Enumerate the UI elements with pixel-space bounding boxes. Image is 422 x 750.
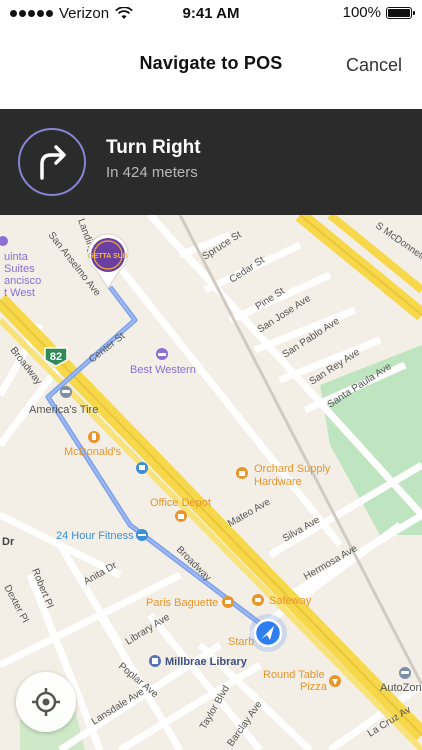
turn-distance: In 424 meters <box>106 164 198 181</box>
poi-label: Paris Baguette <box>146 597 218 609</box>
poi-label: Best Western <box>130 364 196 376</box>
crosshair-locate-icon <box>32 688 60 716</box>
destination-badge-label: GETTA SUB <box>88 253 128 260</box>
poi-label: Round Table <box>263 669 325 681</box>
map-canvas[interactable]: 82 Spruce St Cedar St Pine St San Jose A… <box>0 215 422 750</box>
poi-label: uinta <box>4 251 29 263</box>
shopping-bag-icon <box>236 467 248 479</box>
turn-icon-circle <box>18 128 86 196</box>
poi-label: Suites <box>4 263 35 275</box>
poi-label: Pizza <box>300 681 328 693</box>
store-icon <box>136 462 148 474</box>
poi-label: t West <box>4 287 35 299</box>
battery-indicator: 100% <box>342 4 415 21</box>
poi-label: Millbrae Library <box>165 656 248 668</box>
poi-label: 24 Hour Fitness <box>56 530 134 542</box>
bed-icon <box>156 348 168 360</box>
map-view[interactable]: 82 Spruce St Cedar St Pine St San Jose A… <box>0 215 422 750</box>
library-icon <box>149 655 161 667</box>
turn-instruction-banner: Turn Right In 424 meters <box>0 109 422 215</box>
poi-label: ancisco <box>4 275 41 287</box>
turn-instruction: Turn Right <box>106 137 201 158</box>
status-bar: Verizon 9:41 AM 100% <box>0 0 422 28</box>
poi-label: Orchard Supply <box>254 463 331 475</box>
poi-label: McDonald's <box>64 446 122 458</box>
poi-label: Safeway <box>269 595 312 607</box>
pizza-icon <box>329 675 341 687</box>
fitness-icon <box>136 529 148 541</box>
car-service-icon <box>60 386 72 398</box>
car-service-icon <box>399 667 411 679</box>
battery-percent: 100% <box>342 4 381 21</box>
poi-label: Office Depot <box>150 497 211 509</box>
street-label: Dr <box>2 536 15 548</box>
cancel-button[interactable]: Cancel <box>346 55 402 76</box>
navigation-header: Navigate to POS Cancel <box>0 28 422 108</box>
bakery-icon <box>222 596 234 608</box>
shopping-bag-icon <box>175 510 187 522</box>
restaurant-icon <box>88 431 100 443</box>
navigation-arrow-icon <box>249 614 287 652</box>
turn-right-arrow-icon <box>40 145 66 180</box>
battery-icon <box>386 6 415 19</box>
poi-label: AutoZon <box>380 682 422 694</box>
poi-label: Hardware <box>254 476 302 488</box>
locate-me-button[interactable] <box>16 672 76 732</box>
route-sign-label: 82 <box>50 351 62 363</box>
poi-label: America's Tire <box>29 404 98 416</box>
grocery-cart-icon <box>252 594 264 606</box>
